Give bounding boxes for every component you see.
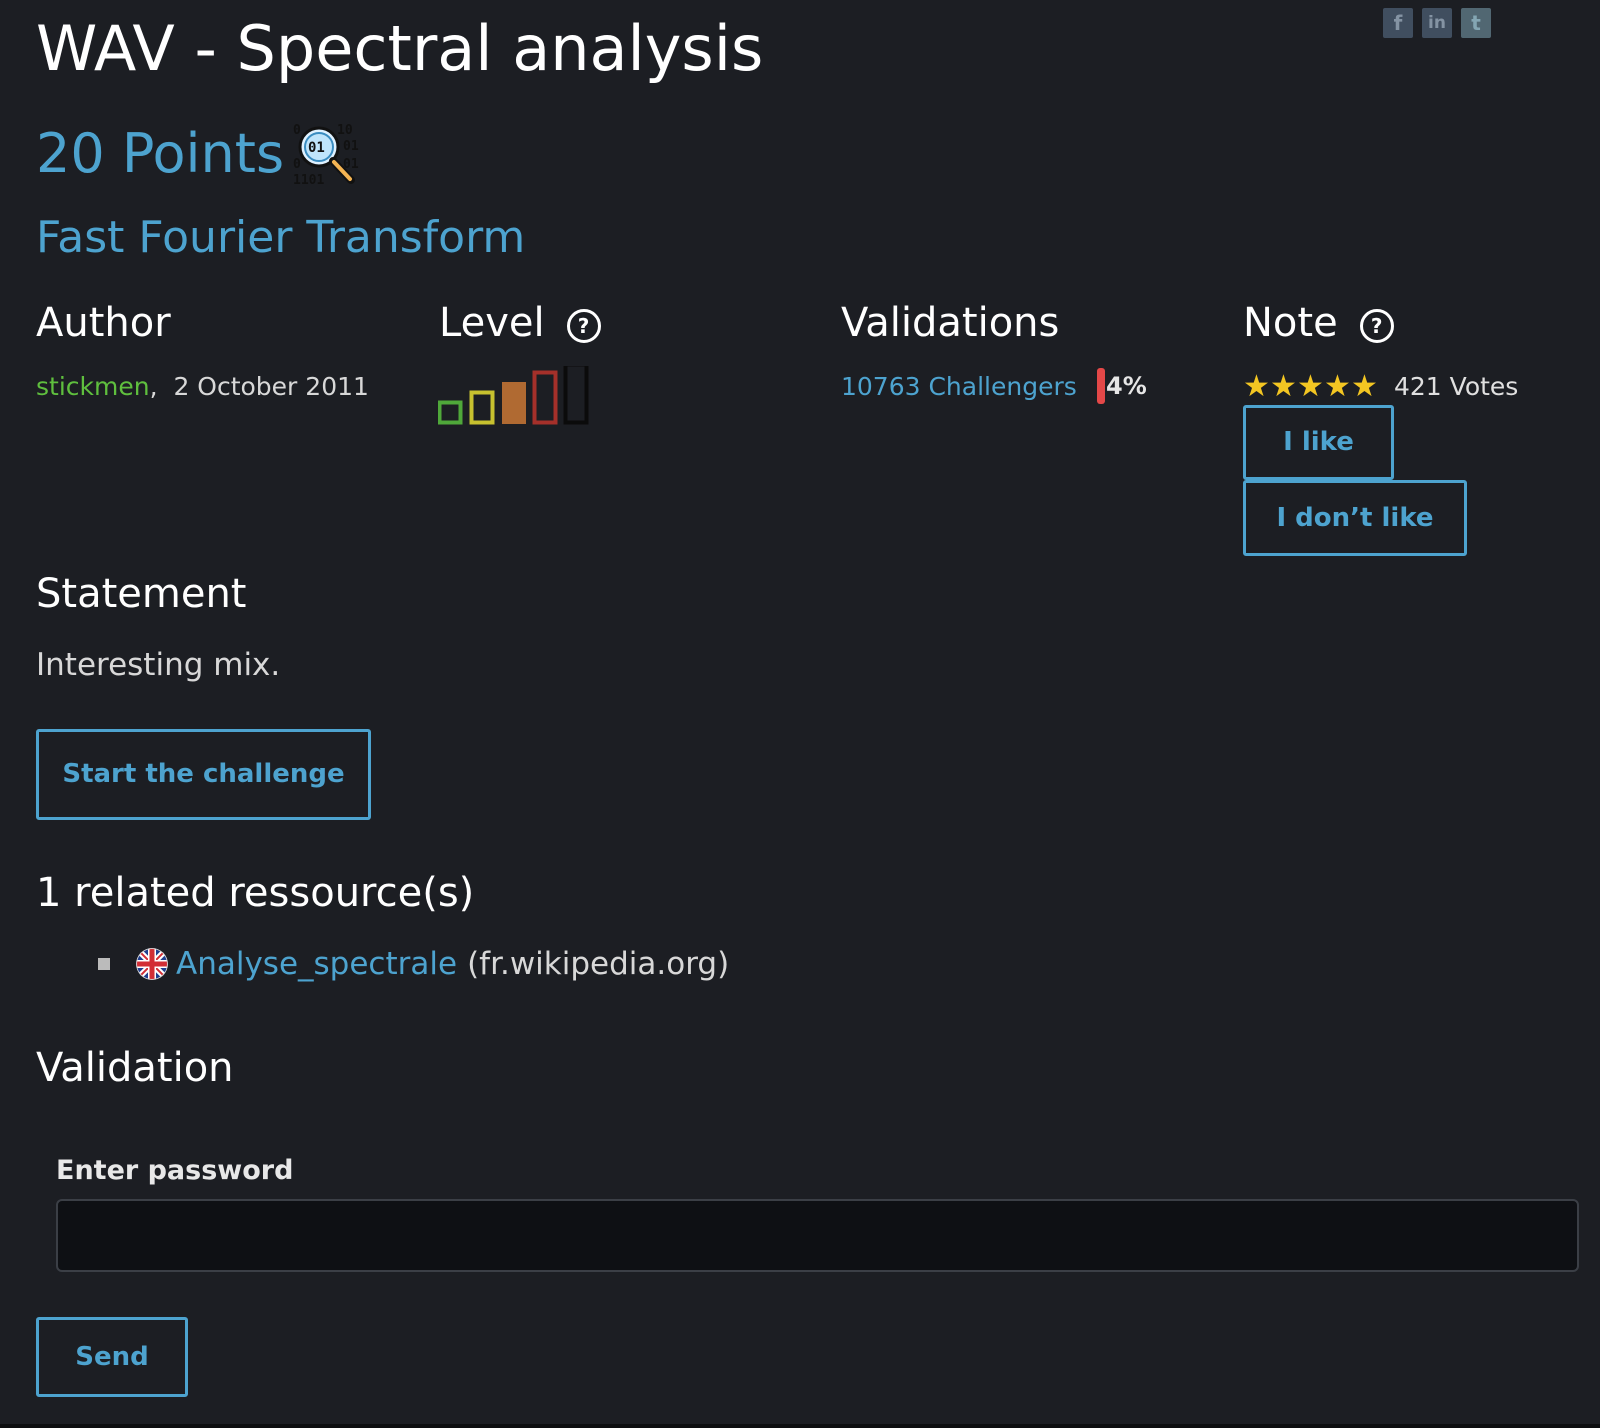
note-help-icon[interactable]: ?	[1359, 309, 1394, 343]
bullet-icon	[98, 958, 110, 970]
resource-link[interactable]: Analyse_spectrale	[176, 942, 457, 986]
dislike-button[interactable]: I don’t like	[1243, 480, 1467, 556]
twitter-icon[interactable]: t	[1461, 8, 1491, 38]
rating-stars: ★ ★ ★ ★ ★	[1243, 370, 1378, 404]
star-icon: ★	[1351, 369, 1378, 404]
star-icon: ★	[1324, 369, 1351, 404]
statement-text: Interesting mix.	[36, 647, 281, 683]
difficulty-level-icon	[438, 366, 589, 425]
percentage-bar	[1097, 368, 1105, 404]
page-title: WAV - Spectral analysis	[36, 12, 764, 85]
svg-text:01: 01	[308, 140, 325, 156]
percentage-text: 4%	[1106, 372, 1147, 400]
author-link[interactable]: stickmen	[36, 372, 150, 401]
password-label: Enter password	[56, 1155, 294, 1186]
author-separator: ,	[149, 372, 158, 401]
validation-percentage: 4%	[1097, 368, 1147, 404]
votes-count: 421 Votes	[1394, 372, 1519, 401]
challengers-link[interactable]: 10763 Challengers	[841, 370, 1077, 404]
svg-text:0: 0	[293, 123, 301, 138]
challenge-points: 20 Points	[36, 122, 285, 185]
statement-heading: Statement	[36, 571, 247, 617]
level-heading: Level ?	[439, 296, 601, 350]
author-heading-label: Author	[36, 300, 171, 346]
resource-domain: (fr.wikipedia.org)	[467, 946, 730, 982]
author-heading: Author	[36, 296, 171, 350]
resources-heading: 1 related ressource(s)	[36, 870, 475, 916]
validations-heading: Validations	[841, 296, 1059, 350]
note-heading-label: Note	[1243, 300, 1338, 346]
start-challenge-button[interactable]: Start the challenge	[36, 729, 371, 820]
validations-heading-label: Validations	[841, 300, 1060, 346]
svg-text:10: 10	[337, 123, 353, 138]
validation-heading: Validation	[36, 1045, 234, 1091]
star-icon: ★	[1270, 369, 1297, 404]
social-share-bar: f in t	[1383, 8, 1491, 38]
list-item: Analyse_spectrale (fr.wikipedia.org)	[98, 942, 729, 986]
publish-date: 2 October 2011	[173, 372, 369, 401]
author-info: stickmen, 2 October 2011	[36, 370, 369, 404]
svg-text:1101: 1101	[293, 173, 324, 188]
send-button[interactable]: Send	[36, 1317, 188, 1397]
level-heading-label: Level	[439, 300, 545, 346]
challenge-page: f in t WAV - Spectral analysis 20 Points…	[0, 0, 1600, 1428]
svg-text:0: 0	[293, 157, 301, 172]
challenge-subtitle: Fast Fourier Transform	[36, 212, 526, 263]
rating: ★ ★ ★ ★ ★ 421 Votes	[1243, 370, 1518, 404]
password-input[interactable]	[56, 1199, 1579, 1272]
binary-magnifier-icon: 0 10 01 0 01 1101 01	[293, 123, 359, 188]
facebook-icon[interactable]: f	[1383, 8, 1413, 38]
level-help-icon[interactable]: ?	[566, 309, 601, 343]
star-icon: ★	[1297, 369, 1324, 404]
star-icon: ★	[1243, 369, 1270, 404]
note-heading: Note ?	[1243, 296, 1394, 350]
linkedin-icon[interactable]: in	[1422, 8, 1452, 38]
like-button[interactable]: I like	[1243, 405, 1394, 480]
uk-flag-icon	[136, 948, 168, 980]
svg-text:01: 01	[343, 139, 359, 154]
divider	[0, 1424, 1600, 1428]
